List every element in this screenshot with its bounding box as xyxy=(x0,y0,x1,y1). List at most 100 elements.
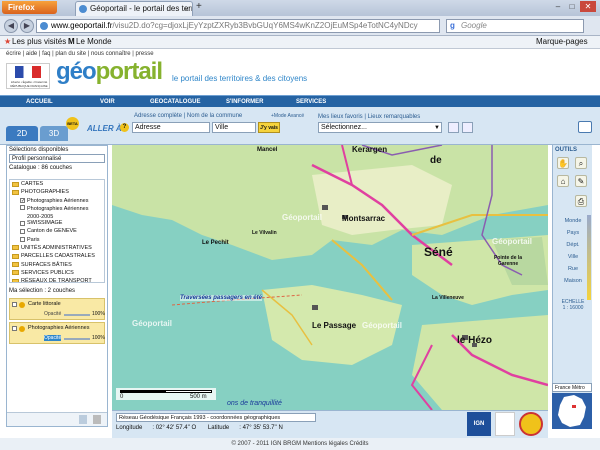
new-tab-icon[interactable]: + xyxy=(196,1,202,12)
url-bar[interactable]: www.geoportail.fr/visu2D.do?cg=djoxLjEyY… xyxy=(36,19,440,33)
catalogue-item-label: RÉSEAUX DE TRANSPORT xyxy=(21,278,92,283)
favorites-label[interactable]: Mes lieux favoris | Lieux remarquables xyxy=(318,114,420,120)
go-button[interactable]: J'y vais xyxy=(258,122,280,133)
map-label: Pointe de la Garenne xyxy=(493,255,523,267)
zoom-level-maison[interactable]: Maison xyxy=(555,275,591,287)
zoom-level-monde[interactable]: Monde xyxy=(555,215,591,227)
page-footer[interactable]: © 2007 - 2011 IGN BRGM Mentions légales … xyxy=(0,438,600,450)
close-tab-icon[interactable]: × xyxy=(184,2,189,16)
catalogue-tree-item[interactable]: PHOTOGRAPHIES xyxy=(10,188,104,196)
help-icon[interactable]: ? xyxy=(120,123,129,132)
catalogue-tree-item[interactable]: PARCELLES CADASTRALES xyxy=(10,252,104,260)
layers-panel: Sélections disponibles Profil personnali… xyxy=(6,145,108,427)
main-nav: ACCUEIL VOIR GEOCATALOGUE S'INFORMER SER… xyxy=(0,95,600,107)
checkbox[interactable] xyxy=(20,228,25,234)
opacity-slider[interactable] xyxy=(64,314,90,316)
territory-select[interactable]: France Métro xyxy=(552,383,592,392)
catalogue-tree-item[interactable]: CARTES xyxy=(10,180,104,188)
catalogue-tree-item[interactable]: Canton de GENEVE xyxy=(10,227,104,235)
checkbox[interactable] xyxy=(20,220,25,226)
latitude-label: Latitude xyxy=(207,425,230,431)
bookmarks-menu[interactable]: Marque-pages xyxy=(536,36,588,48)
overview-map[interactable] xyxy=(552,393,592,429)
award-logo[interactable] xyxy=(519,412,543,436)
layer-name: Photographies Aériennes xyxy=(28,325,90,331)
city-input[interactable]: Ville xyxy=(212,122,256,133)
layer-visibility-icon[interactable] xyxy=(19,326,25,332)
tab-2d[interactable]: 2D xyxy=(6,126,38,141)
zoom-level-dept[interactable]: Dépt. xyxy=(555,239,591,251)
address-input[interactable]: Adresse xyxy=(132,122,210,133)
catalogue-tree-item[interactable]: RÉSEAUX DE TRANSPORT xyxy=(10,277,104,283)
back-icon[interactable]: ◀ xyxy=(4,19,18,33)
opacity-slider[interactable] xyxy=(64,338,90,340)
browser-tab[interactable]: Géoportail - le portail des territ... × xyxy=(75,1,193,16)
bookmark-most-visited[interactable]: Les plus visités xyxy=(12,36,66,48)
tools-panel: OUTILS ✋ ⌕ ⌂ ✎ ⎙ Monde Pays Dépt. Ville … xyxy=(552,145,592,410)
measure-icon[interactable]: ✎ xyxy=(575,175,587,187)
catalogue-item-label: CARTES xyxy=(21,181,44,188)
advanced-mode-link[interactable]: +Mode Avancé xyxy=(271,113,304,119)
firefox-menu-button[interactable]: Firefox xyxy=(2,1,57,14)
home-icon[interactable]: ⌂ xyxy=(557,175,569,187)
opacity-label: Opacité xyxy=(44,335,62,341)
zoom-level-rue[interactable]: Rue xyxy=(555,263,591,275)
catalogue-tree-item[interactable]: Paris xyxy=(10,235,104,243)
add-favorite-icon[interactable] xyxy=(462,122,473,133)
geoportail-logo[interactable]: géoportail xyxy=(56,58,163,86)
scale-end: 500 m xyxy=(190,394,207,400)
map-label: Séné xyxy=(424,245,453,259)
fullscreen-icon[interactable] xyxy=(578,121,592,133)
partner-logo[interactable] xyxy=(495,412,515,436)
save-icon[interactable] xyxy=(79,415,87,424)
url-path: /visu2D.do?cg=djoxLjEyYzptZXRyb3BvbGUqY6… xyxy=(112,21,418,30)
pan-hand-icon[interactable]: ✋ xyxy=(557,157,569,169)
bookmarks-bar: ★ Les plus visités M Le Monde Marque-pag… xyxy=(0,36,600,49)
projection-select[interactable]: Réseau Géodésique Français 1993 - coordo… xyxy=(116,413,316,422)
trash-icon[interactable] xyxy=(93,415,101,424)
layer-info-icon[interactable] xyxy=(12,302,17,307)
zoom-level-pays[interactable]: Pays xyxy=(555,227,591,239)
map-label: Le Pechit xyxy=(202,240,229,246)
checkbox[interactable] xyxy=(20,237,25,243)
search-bar[interactable]: g Google xyxy=(446,19,584,33)
tab-3d[interactable]: 3D xyxy=(40,126,68,141)
republique-francaise-logo: Liberté • Égalité • Fraternité RÉPUBLIQU… xyxy=(6,63,50,89)
layer-item[interactable]: Photographies Aériennes Opacité 100% xyxy=(9,322,105,344)
maximize-icon[interactable]: □ xyxy=(566,1,578,12)
logo-portail: portail xyxy=(95,58,163,85)
catalogue-tree-item[interactable]: SURFACES BÂTIES xyxy=(10,260,104,268)
bookmark-le-monde[interactable]: Le Monde xyxy=(76,36,112,48)
ign-logo[interactable]: IGN xyxy=(467,412,491,436)
catalogue-tree-item[interactable]: ✓ Photographies Aériennes xyxy=(10,197,104,205)
catalogue-item-label: UNITÉS ADMINISTRATIVES xyxy=(21,244,92,251)
zoom-icon[interactable]: ⌕ xyxy=(575,157,587,169)
catalogue-item-label: PARCELLES CADASTRALES xyxy=(21,253,95,260)
forward-icon[interactable]: ▶ xyxy=(20,19,34,33)
map-view[interactable]: Kerargen de Montsarrac Séné Le Passage l… xyxy=(112,145,548,410)
zoom-level-ville[interactable]: Ville xyxy=(555,251,591,263)
opacity-value: 100% xyxy=(92,311,105,317)
catalogue-tree-item[interactable]: SERVICES PUBLICS xyxy=(10,269,104,277)
scale-start: 0 xyxy=(120,394,124,400)
opacity-label: Opacité xyxy=(44,311,62,317)
print-icon[interactable]: ⎙ xyxy=(575,195,587,207)
profile-select[interactable]: Profil personnalisé xyxy=(9,154,105,163)
map-label: de xyxy=(430,155,442,166)
minimize-icon[interactable]: – xyxy=(552,1,564,12)
top-links[interactable]: écrire | aide | faq | plan du site | nou… xyxy=(6,51,154,57)
latitude-value: : 47° 35' 53.7'' N xyxy=(239,425,283,431)
edit-favorite-icon[interactable] xyxy=(448,122,459,133)
catalogue-tree-item[interactable]: Photographies Aériennes 2000-2005 xyxy=(10,204,104,220)
favorites-select[interactable]: Sélectionnez... ▼ xyxy=(318,122,442,133)
checkbox[interactable]: ✓ xyxy=(20,198,25,204)
bookmark-star-icon: ★ xyxy=(4,37,12,46)
window-close-icon[interactable]: ✕ xyxy=(580,1,596,12)
layer-visibility-icon[interactable] xyxy=(19,302,25,308)
logo-geo: géo xyxy=(56,58,97,85)
layer-item[interactable]: Carte littorale Opacité 100% xyxy=(9,298,105,320)
zoom-slider[interactable] xyxy=(587,215,591,300)
checkbox[interactable] xyxy=(20,204,25,210)
layer-info-icon[interactable] xyxy=(12,326,17,331)
catalogue-tree-item[interactable]: UNITÉS ADMINISTRATIVES xyxy=(10,244,104,252)
